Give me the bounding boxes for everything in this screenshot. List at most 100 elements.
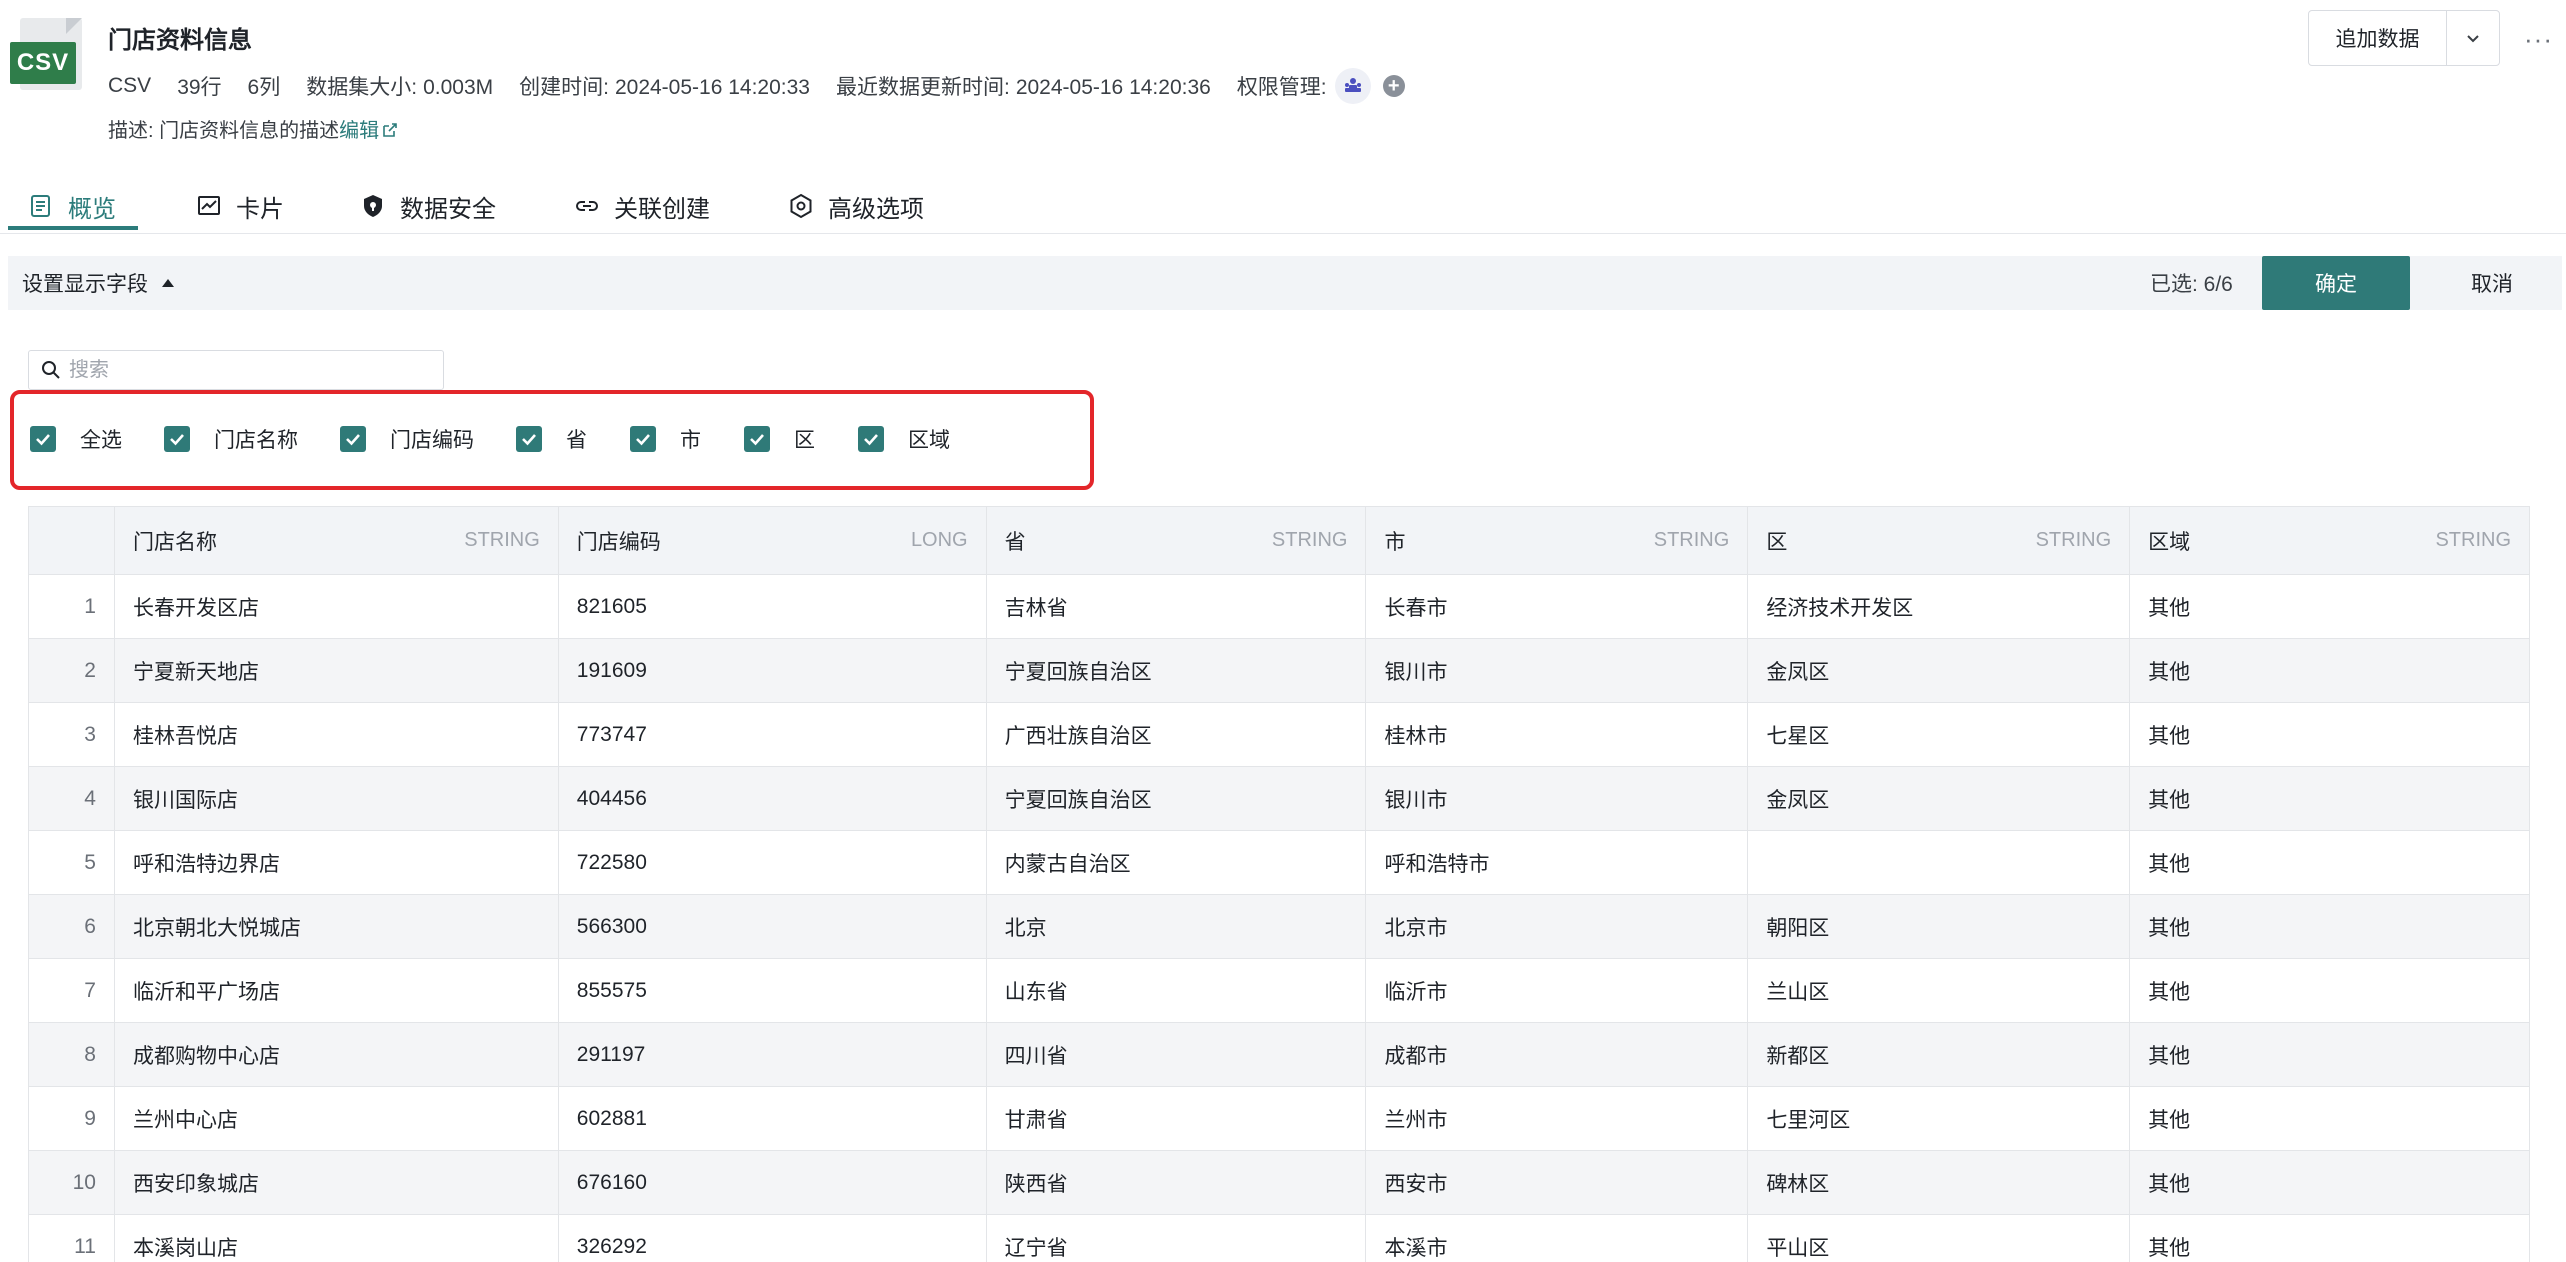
table-row: 9 兰州中心店 602881 甘肃省 兰州市 七里河区 其他 (29, 1087, 2530, 1151)
table-cell: 404456 (558, 767, 987, 831)
column-type: STRING (1653, 529, 1730, 551)
more-menu-icon[interactable]: ··· (2524, 24, 2553, 55)
table-header-row: 门店名称 STRING 门店编码 LONG 省 STRING 市 STRING 区 STR… (29, 507, 2530, 575)
table-cell: 广西壮族自治区 (986, 703, 1367, 767)
checkbox-select-all[interactable]: 全选 (30, 424, 122, 454)
column-header[interactable]: 门店名称 STRING (114, 507, 559, 575)
checkbox-checked-icon[interactable] (858, 426, 884, 452)
checkbox-checked-icon[interactable] (30, 426, 56, 452)
checkbox-province[interactable]: 省 (516, 424, 587, 454)
header-index-cell (29, 507, 115, 575)
desc-text: 门店资料信息的描述 (159, 120, 340, 142)
meta-size-label: 数据集大小: (306, 76, 418, 99)
checkbox-region[interactable]: 区域 (858, 424, 950, 454)
table-cell: 北京市 (1366, 895, 1749, 959)
checkbox-district[interactable]: 区 (744, 424, 815, 454)
table-row: 10 西安印象城店 676160 陕西省 西安市 碑林区 其他 (29, 1151, 2530, 1215)
checkbox-checked-icon[interactable] (630, 426, 656, 452)
table-cell: 602881 (558, 1087, 987, 1151)
checkbox-checked-icon[interactable] (516, 426, 542, 452)
page-title: 门店资料信息 (108, 27, 252, 54)
append-data-label[interactable]: 追加数据 (2309, 11, 2447, 65)
tab-advanced-options[interactable]: 高级选项 (788, 178, 924, 234)
append-dropdown-toggle[interactable] (2447, 11, 2499, 65)
tab-cards-label: 卡片 (236, 195, 284, 223)
table-cell: 内蒙古自治区 (986, 831, 1367, 895)
csv-file-icon: CSV (10, 18, 84, 92)
column-name: 区域 (2148, 530, 2191, 554)
external-edit-icon (383, 123, 397, 137)
confirm-button[interactable]: 确定 (2262, 256, 2410, 310)
edit-label: 编辑 (339, 120, 380, 142)
tab-association-create[interactable]: 关联创建 (574, 178, 710, 234)
table-row: 8 成都购物中心店 291197 四川省 成都市 新都区 其他 (29, 1023, 2530, 1087)
column-header[interactable]: 区域 STRING (2130, 507, 2530, 575)
checkbox-store-name[interactable]: 门店名称 (164, 424, 298, 454)
meta-created-value: 2024-05-16 14:20:33 (614, 76, 810, 99)
table-row: 7 临沂和平广场店 855575 山东省 临沂市 兰山区 其他 (29, 959, 2530, 1023)
checkbox-checked-icon[interactable] (340, 426, 366, 452)
table-cell: 326292 (559, 1215, 987, 1262)
checkbox-checked-icon[interactable] (164, 426, 190, 452)
field-settings-toggle[interactable]: 设置显示字段 (22, 256, 174, 310)
row-index: 10 (29, 1151, 115, 1215)
column-header[interactable]: 区 STRING (1748, 507, 2131, 575)
meta-size-value: 0.003M (423, 76, 494, 99)
dataset-meta: CSV 39行 6列 数据集大小: 0.003M 创建时间: 2024-05-16 … (108, 68, 1405, 104)
table-cell: 291197 (558, 1023, 987, 1087)
search-input[interactable] (69, 358, 419, 382)
search-icon (42, 361, 60, 379)
append-data-button[interactable]: 追加数据 (2308, 10, 2500, 66)
table-cell: 宁夏新天地店 (114, 639, 559, 703)
meta-format: CSV (108, 74, 152, 97)
table-cell: 本溪岗山店 (115, 1215, 559, 1262)
cancel-button[interactable]: 取消 (2424, 256, 2560, 310)
meta-size: 数据集大小: 0.003M (306, 71, 493, 101)
csv-badge: CSV (10, 42, 76, 84)
table-cell: 陕西省 (986, 1151, 1367, 1215)
checkmark-icon (36, 434, 50, 446)
permission-avatar[interactable] (1334, 68, 1371, 104)
table-cell: 碑林区 (1748, 1151, 2131, 1215)
column-type: STRING (1271, 529, 1348, 551)
table-cell: 新都区 (1748, 1023, 2131, 1087)
table-cell: 其他 (2130, 767, 2530, 831)
row-index: 9 (29, 1087, 115, 1151)
table-cell: 平山区 (1748, 1215, 2131, 1262)
table-cell: 宁夏回族自治区 (986, 767, 1367, 831)
table-cell: 其他 (2130, 959, 2530, 1023)
meta-updated-value: 2024-05-16 14:20:36 (1015, 76, 1211, 99)
table-cell: 七里河区 (1748, 1087, 2131, 1151)
field-settings-label: 设置显示字段 (22, 273, 148, 296)
checkbox-label: 全选 (80, 429, 122, 452)
checkbox-label: 区域 (908, 429, 950, 452)
column-header[interactable]: 市 STRING (1366, 507, 1749, 575)
checkbox-label: 省 (566, 429, 587, 452)
checkbox-store-code[interactable]: 门店编码 (340, 424, 474, 454)
tab-cards[interactable]: 卡片 (196, 178, 284, 234)
table-cell: 银川市 (1366, 639, 1749, 703)
column-header[interactable]: 省 STRING (986, 507, 1367, 575)
table-cell: 七星区 (1748, 703, 2131, 767)
meta-created: 创建时间: 2024-05-16 14:20:33 (519, 71, 810, 101)
row-index: 4 (29, 767, 115, 831)
edit-description-link[interactable]: 编辑 (339, 120, 399, 142)
checkbox-checked-icon[interactable] (744, 426, 770, 452)
column-header[interactable]: 门店编码 LONG (558, 507, 987, 575)
row-index: 7 (29, 959, 115, 1023)
checkbox-label: 门店编码 (390, 429, 474, 452)
table-cell: 其他 (2130, 895, 2530, 959)
column-name: 门店编码 (576, 530, 661, 554)
table-cell: 其他 (2130, 1023, 2530, 1087)
add-permission-icon[interactable]: + (1382, 75, 1405, 97)
table-cell: 北京 (986, 895, 1367, 959)
table-cell: 成都市 (1366, 1023, 1749, 1087)
column-type: STRING (2035, 529, 2112, 551)
meta-updated: 最近数据更新时间: 2024-05-16 14:20:36 (836, 71, 1211, 101)
checkmark-icon (864, 434, 878, 446)
chevron-down-icon (2467, 35, 2479, 43)
checkbox-city[interactable]: 市 (630, 424, 701, 454)
tab-data-security[interactable]: 数据安全 (360, 178, 496, 234)
checkmark-icon (636, 434, 650, 446)
table-cell: 四川省 (986, 1023, 1367, 1087)
